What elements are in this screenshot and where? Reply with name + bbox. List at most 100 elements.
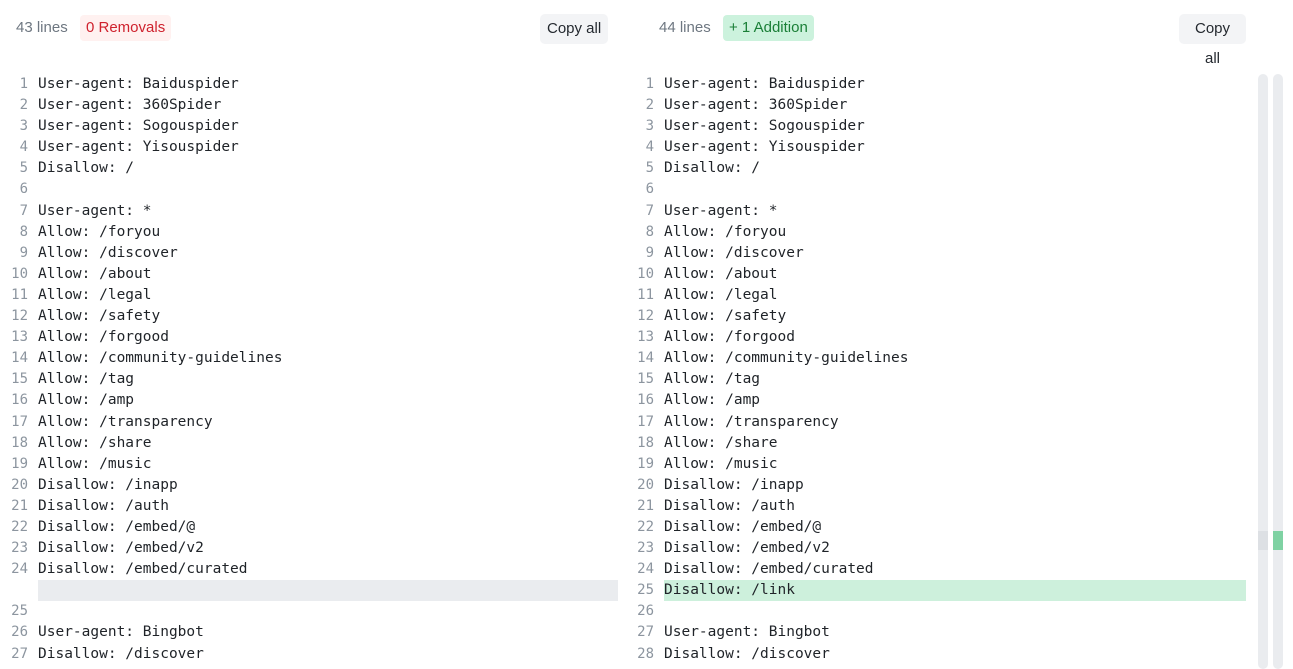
line-number: 27 [11,645,28,662]
code-line: 26 [628,601,1256,622]
code-line: 25 [0,601,628,622]
line-number: 24 [11,561,28,578]
code-line: 7 User-agent: * [628,201,1256,222]
diff-pane-original: 43 lines 0 Removals Copy all 1 User-agent… [0,0,628,669]
code-line: 11 Allow: /legal [0,285,628,306]
code-line: 9 Allow: /discover [628,243,1256,264]
line-text: Disallow: /embed/v2 [38,540,204,557]
line-number: 17 [11,413,28,430]
line-count: 43 lines [16,19,68,36]
line-text: Allow: /about [38,265,152,282]
line-number: 10 [637,265,654,282]
line-number: 3 [645,118,654,135]
line-text: Allow: /transparency [38,413,213,430]
line-number: 28 [637,645,654,662]
added-line: 25 Disallow: /link [628,580,1256,602]
code-line: 2 User-agent: 360Spider [628,95,1256,116]
addition-marker [1273,531,1283,550]
line-number: 26 [637,603,654,620]
line-text: Allow: /discover [664,244,804,261]
overview-scrollbar-modified[interactable] [1273,74,1283,669]
code-line: 5 Disallow: / [0,158,628,179]
line-number: 11 [637,286,654,303]
copy-all-button-modified[interactable]: Copy all [1179,14,1246,67]
code-line: 7 User-agent: * [0,201,628,222]
code-line: 24 Disallow: /embed/curated [0,559,628,580]
code-line: 20 Disallow: /inapp [628,475,1256,496]
line-number: 14 [11,350,28,367]
line-number: 12 [637,308,654,325]
line-number: 26 [11,624,28,641]
line-number: 12 [11,308,28,325]
copy-all-button-original[interactable]: Copy all [540,14,609,44]
line-text: Allow: /safety [664,308,787,325]
code-line: 2 User-agent: 360Spider [0,95,628,116]
line-number: 18 [11,434,28,451]
line-text: User-agent: Yisouspider [664,139,865,156]
line-number: 11 [11,286,28,303]
line-text: Allow: /tag [38,371,135,388]
code-line: 15 Allow: /tag [628,369,1256,390]
line-text: User-agent: Sogouspider [38,118,239,135]
line-number: 5 [645,160,654,177]
code-line: 19 Allow: /music [628,454,1256,475]
line-number: 22 [11,518,28,535]
line-number: 19 [11,455,28,472]
line-number: 18 [637,434,654,451]
line-count: 44 lines [659,19,711,36]
line-number: 13 [637,329,654,346]
line-text: Allow: /foryou [38,223,161,240]
line-number: 13 [11,329,28,346]
line-number: 10 [11,265,28,282]
line-text: Disallow: / [664,160,761,177]
line-number: 6 [645,181,654,198]
code-line: 18 Allow: /share [0,433,628,454]
line-text: User-agent: Baiduspider [664,76,865,92]
code-line: 14 Allow: /community-guidelines [0,348,628,369]
line-number: 4 [645,139,654,156]
code-line: 15 Allow: /tag [0,369,628,390]
line-text: Disallow: /embed/@ [38,518,196,535]
placeholder-fill [38,580,618,602]
line-text: Allow: /community-guidelines [38,350,283,367]
line-number: 25 [11,603,28,620]
code-view-modified: 1 User-agent: Baiduspider 2 User-agent: 36… [628,74,1256,665]
removals-badge: 0 Removals [80,15,172,41]
line-number: 6 [19,181,28,198]
line-number: 15 [637,371,654,388]
code-line: 20 Disallow: /inapp [0,475,628,496]
line-number: 9 [645,244,654,261]
code-line: 3 User-agent: Sogouspider [0,116,628,137]
code-line: 14 Allow: /community-guidelines [628,348,1256,369]
code-line: 21 Disallow: /auth [0,496,628,517]
code-line: 9 Allow: /discover [0,243,628,264]
line-number: 17 [637,413,654,430]
line-text: Disallow: /link [664,580,1246,602]
code-line: 22 Disallow: /embed/@ [628,517,1256,538]
line-text: Allow: /music [664,455,778,472]
line-number: 16 [11,392,28,409]
line-text: User-agent: Sogouspider [664,118,865,135]
overview-scrollbar-original[interactable] [1258,74,1268,669]
line-text: Disallow: /auth [664,497,795,514]
line-text: Allow: /music [38,455,152,472]
line-number: 2 [645,97,654,114]
line-number: 1 [645,76,654,92]
code-line: 6 [0,179,628,200]
additions-badge: + 1 Addition [723,15,814,41]
line-number: 15 [11,371,28,388]
line-number: 7 [645,202,654,219]
code-line: 13 Allow: /forgood [0,327,628,348]
code-line: 10 Allow: /about [0,264,628,285]
code-line: 12 Allow: /safety [0,306,628,327]
line-text: Disallow: /discover [38,645,204,662]
code-line: 27 User-agent: Bingbot [628,622,1256,643]
line-text: Disallow: /embed/curated [664,561,874,578]
code-line: 18 Allow: /share [628,433,1256,454]
line-text: User-agent: Bingbot [664,624,830,641]
diff-placeholder-line [0,580,628,602]
code-line: 27 Disallow: /discover [0,644,628,665]
line-text: Allow: /foryou [664,223,787,240]
line-text: User-agent: * [664,202,778,219]
line-text: User-agent: Bingbot [38,624,204,641]
